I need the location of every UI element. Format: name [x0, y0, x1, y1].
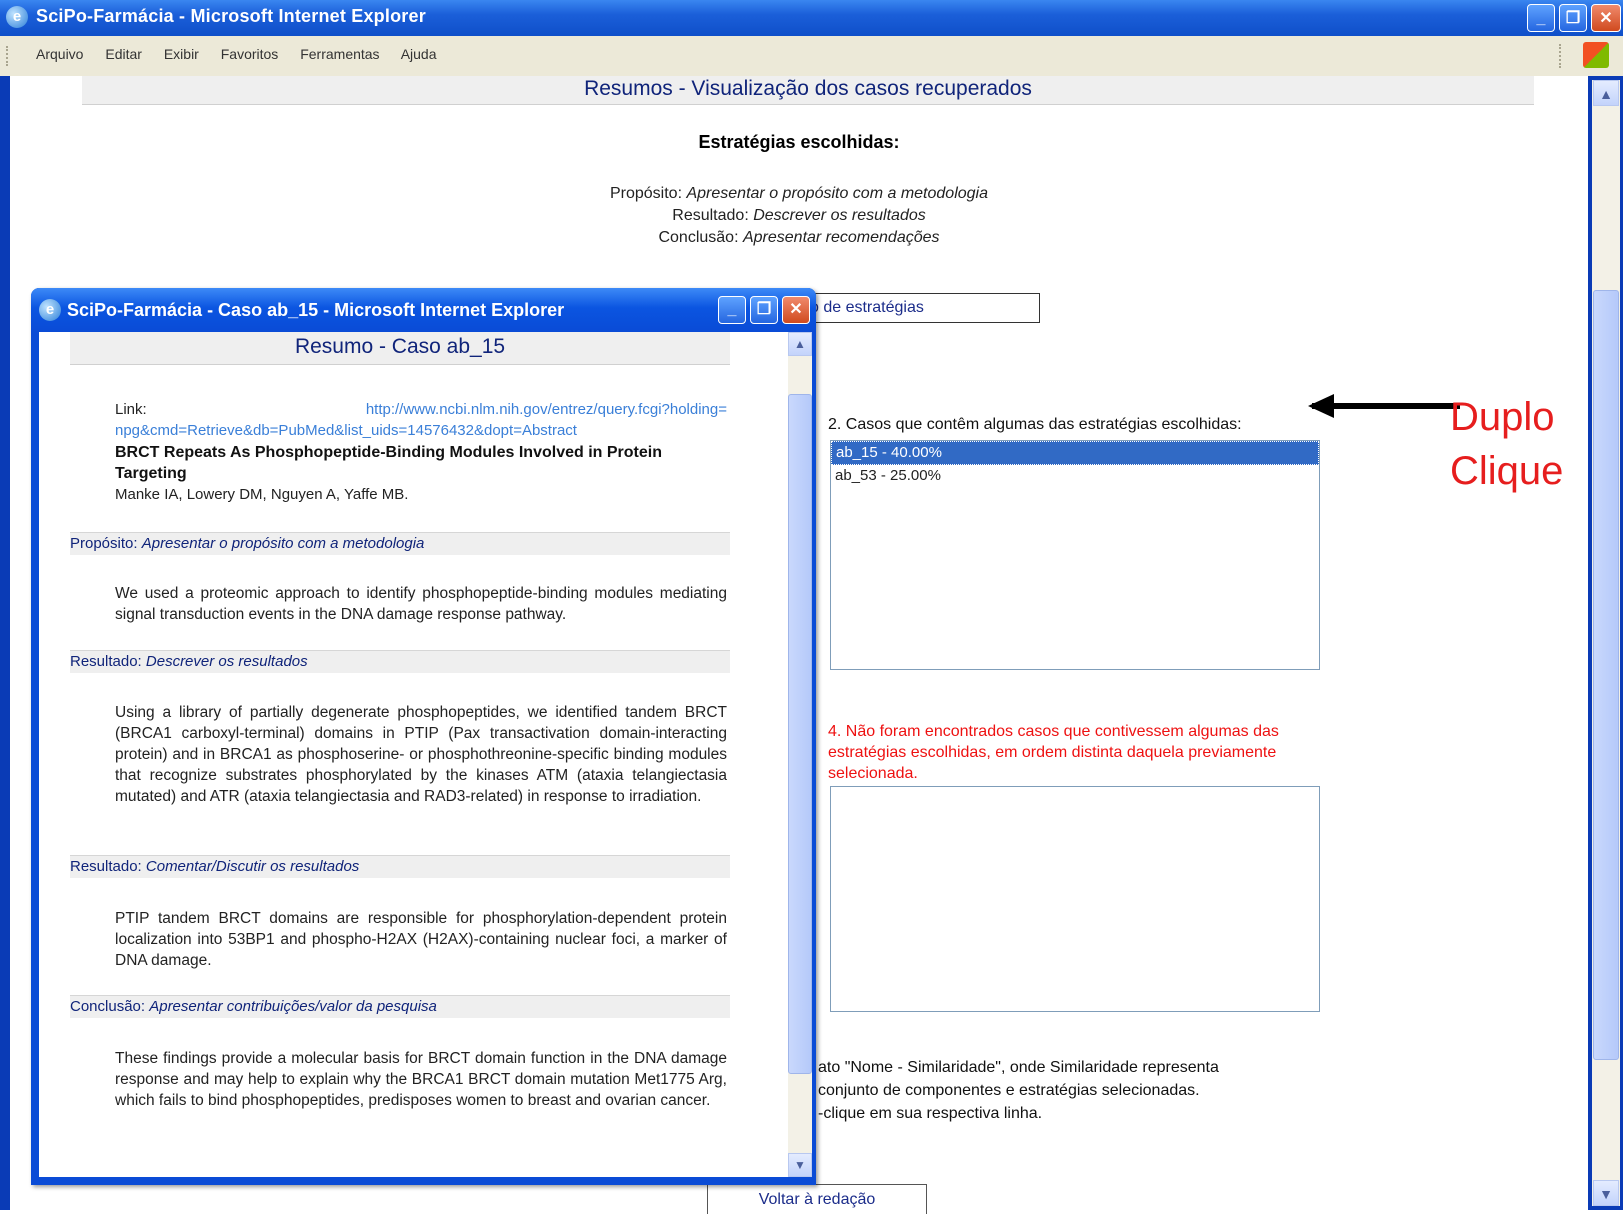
pubmed-link[interactable]: http://www.ncbi.nlm.nih.gov/entrez/query… [115, 401, 727, 439]
annotation-arrow-icon [1312, 403, 1460, 409]
popup-title-bar: e SciPo-Farmácia - Caso ab_15 - Microsof… [31, 288, 816, 332]
article-title: BRCT Repeats As Phosphopeptide-Binding M… [115, 444, 662, 482]
popup-close-button[interactable]: ✕ [782, 296, 810, 324]
main-title-bar: e SciPo-Farmácia - Microsoft Internet Ex… [0, 0, 1623, 36]
similarity-note: ato "Nome - Similaridade", onde Similari… [818, 1056, 1219, 1125]
section2-label: 2. Casos que contêm algumas das estratég… [828, 416, 1242, 433]
strategy-line: Conclusão: Apresentar recomendações [10, 227, 1588, 249]
note-line: ato "Nome - Similaridade", onde Similari… [818, 1059, 1219, 1076]
page-title: Resumos - Visualização dos casos recuper… [82, 76, 1534, 105]
section-label: Resultado: [70, 858, 142, 875]
strategy-value: Descrever os resultados [753, 207, 926, 224]
case-option-ab15[interactable]: ab_15 - 40.00% [831, 441, 1319, 465]
note-line: -clique em sua respectiva linha. [818, 1105, 1043, 1122]
section-strategy: Apresentar contribuições/valor da pesqui… [149, 998, 437, 1015]
popup-scroll-thumb[interactable] [788, 394, 812, 1074]
section-strategy: Apresentar o propósito com a metodologia [141, 535, 425, 552]
link-label: Link: [115, 401, 147, 418]
section-label: Propósito: [70, 535, 138, 552]
section-header: Propósito: Apresentar o propósito com a … [70, 532, 730, 555]
strategy-value: Apresentar recomendações [742, 229, 940, 246]
menu-favoritos[interactable]: Favoritos [221, 46, 279, 62]
main-vertical-scrollbar[interactable]: ▲ ▼ [1592, 80, 1620, 1206]
close-button[interactable]: ✕ [1591, 4, 1621, 32]
popup-content: Resumo - Caso ab_15 Link: http://www.ncb… [39, 332, 788, 1177]
menu-exibir[interactable]: Exibir [164, 46, 199, 62]
strategies-list: Propósito: Apresentar o propósito com a … [10, 183, 1588, 249]
section-header: Conclusão: Apresentar contribuições/valo… [70, 995, 730, 1018]
menu-ferramentas[interactable]: Ferramentas [300, 46, 379, 62]
section-label: Conclusão: [70, 998, 146, 1015]
menu-ajuda[interactable]: Ajuda [401, 46, 437, 62]
section-text: These findings provide a molecular basis… [115, 1050, 727, 1109]
annotation-line: Clique [1450, 449, 1564, 493]
popup-vertical-scrollbar[interactable]: ▲ ▼ [788, 332, 812, 1177]
menu-editar[interactable]: Editar [105, 46, 142, 62]
popup-page-title: Resumo - Caso ab_15 [70, 332, 730, 365]
scroll-up-arrow-icon[interactable]: ▲ [1593, 80, 1619, 106]
strategy-value: Apresentar o propósito com a metodologia [686, 185, 988, 202]
section-header: Resultado: Comentar/Discutir os resultad… [70, 855, 730, 878]
scroll-down-arrow-icon[interactable]: ▼ [1593, 1180, 1619, 1206]
section-text: PTIP tandem BRCT domains are responsible… [115, 910, 727, 969]
section-header: Resultado: Descrever os resultados [70, 650, 730, 673]
popup-scroll-up-arrow-icon[interactable]: ▲ [788, 332, 812, 356]
popup-window-title: SciPo-Farmácia - Caso ab_15 - Microsoft … [67, 300, 565, 320]
section-text: Using a library of partially degenerate … [115, 704, 727, 805]
toolbar-grip [6, 46, 11, 66]
main-window-title: SciPo-Farmácia - Microsoft Internet Expl… [36, 6, 426, 26]
strategies-title: Estratégias escolhidas: [698, 132, 900, 152]
ie-icon: e [39, 299, 61, 321]
strategy-label: Conclusão: [658, 229, 739, 246]
popup-maximize-button[interactable]: ❐ [750, 296, 778, 324]
window-left-border [0, 76, 10, 1210]
annotation-line: Duplo [1450, 395, 1555, 439]
section-strategy: Comentar/Discutir os resultados [145, 858, 360, 875]
cases-distinct-order-listbox[interactable] [830, 786, 1320, 1012]
note-line: conjunto de componentes e estratégias se… [818, 1082, 1200, 1099]
strategy-label: Resultado: [672, 207, 749, 224]
toolbar-grip-right [1559, 44, 1561, 68]
double-click-annotation: Duplo Clique [1450, 390, 1563, 498]
strategy-order-box[interactable]: o de estratégias [810, 293, 1040, 323]
popup-scroll-down-arrow-icon[interactable]: ▼ [788, 1153, 812, 1177]
maximize-button[interactable]: ❐ [1559, 4, 1587, 32]
case-popup-window: e SciPo-Farmácia - Caso ab_15 - Microsof… [31, 288, 816, 1185]
strategy-label: Propósito: [609, 185, 683, 202]
minimize-button[interactable]: _ [1527, 4, 1555, 32]
section-text: We used a proteomic approach to identify… [115, 585, 727, 623]
menu-arquivo[interactable]: Arquivo [36, 46, 83, 62]
strategy-line: Resultado: Descrever os resultados [10, 205, 1588, 227]
section-label: Resultado: [70, 653, 142, 670]
strategy-line: Propósito: Apresentar o propósito com a … [10, 183, 1588, 205]
scroll-thumb[interactable] [1593, 290, 1619, 1060]
popup-minimize-button[interactable]: _ [718, 296, 746, 324]
section-strategy: Descrever os resultados [145, 653, 308, 670]
section4-label: 4. Não foram encontrados casos que conti… [828, 723, 1279, 782]
menu-bar: Arquivo Editar Exibir Favoritos Ferramen… [0, 36, 1623, 77]
link-block: Link: http://www.ncbi.nlm.nih.gov/entrez… [115, 399, 727, 441]
article-authors: Manke IA, Lowery DM, Nguyen A, Yaffe MB. [115, 486, 409, 503]
cases-listbox[interactable]: ab_15 - 40.00% ab_53 - 25.00% [830, 440, 1320, 670]
case-option-ab53[interactable]: ab_53 - 25.00% [831, 465, 1319, 487]
ie-icon: e [6, 6, 28, 28]
windows-logo-icon [1583, 42, 1609, 68]
